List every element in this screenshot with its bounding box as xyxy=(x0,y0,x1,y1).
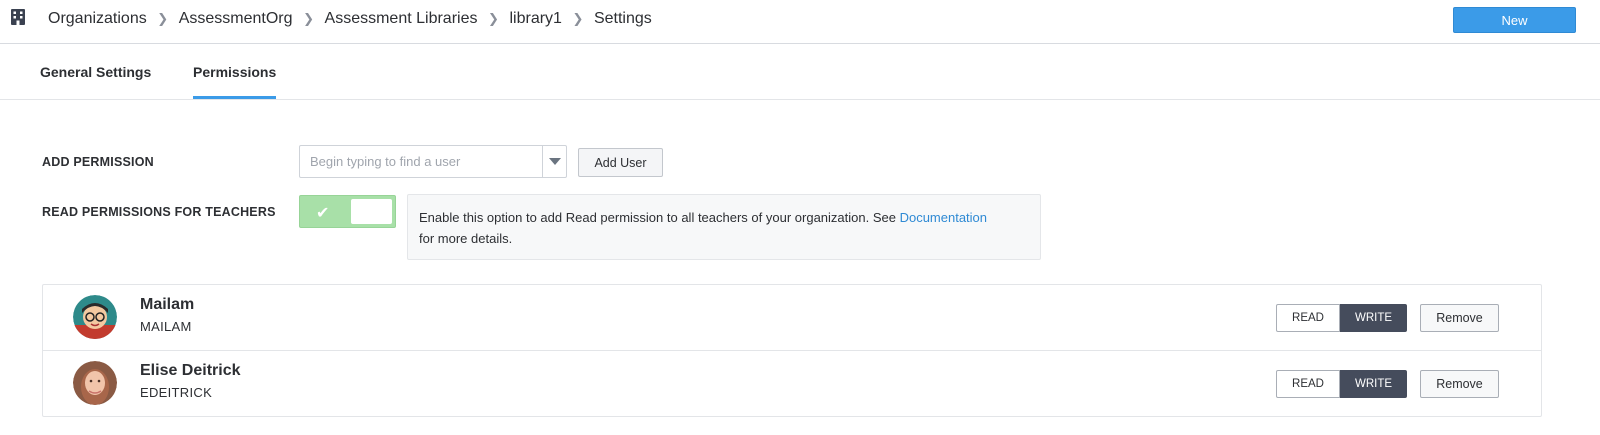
tab-label: Permissions xyxy=(193,64,277,80)
chevron-right-icon: ❯ xyxy=(488,11,499,26)
breadcrumb-assessment-libraries[interactable]: Assessment Libraries xyxy=(325,10,478,28)
chevron-right-icon: ❯ xyxy=(572,11,584,26)
toggle-knob xyxy=(351,199,392,224)
breadcrumb-assessmentorg[interactable]: AssessmentOrg xyxy=(179,10,293,28)
user-search-placeholder: Begin typing to find a user xyxy=(310,154,461,169)
info-text: Enable this option to add Read permissio… xyxy=(419,210,900,225)
user-search-select[interactable]: Begin typing to find a user xyxy=(299,145,567,178)
cartoon-avatar-icon xyxy=(73,295,117,339)
building-icon[interactable] xyxy=(10,9,26,25)
tab-permissions[interactable]: Permissions xyxy=(193,44,277,100)
avatar xyxy=(73,361,117,405)
remove-button[interactable]: Remove xyxy=(1420,304,1499,332)
tab-general-settings[interactable]: General Settings xyxy=(40,44,151,100)
avatar xyxy=(73,295,117,339)
permission-toggle-group: READ WRITE xyxy=(1276,370,1407,398)
breadcrumb-settings: Settings xyxy=(593,10,652,27)
active-tab-indicator xyxy=(193,96,277,99)
breadcrumb-organizations[interactable]: Organizations xyxy=(48,10,147,28)
add-user-button[interactable]: Add User xyxy=(578,148,663,177)
remove-button[interactable]: Remove xyxy=(1420,370,1499,398)
top-bar: Organizations ❯ AssessmentOrg ❯ Assessme… xyxy=(0,0,1600,44)
chevron-right-icon: ❯ xyxy=(157,11,169,26)
list-item: Elise Deitrick EDEITRICK READ WRITE Remo… xyxy=(43,351,1541,417)
tab-label: General Settings xyxy=(40,64,152,80)
user-permission-list: Mailam MAILAM READ WRITE Remove Elise De… xyxy=(42,284,1542,417)
new-button[interactable]: New xyxy=(1453,7,1576,33)
user-login: EDEITRICK xyxy=(140,385,213,400)
breadcrumb: Organizations ❯ AssessmentOrg ❯ Assessme… xyxy=(48,0,652,38)
permission-toggle-group: READ WRITE xyxy=(1276,304,1407,332)
add-permission-label: ADD PERMISSION xyxy=(42,155,154,169)
info-suffix: for more details. xyxy=(419,231,513,246)
write-button[interactable]: WRITE xyxy=(1340,304,1407,332)
documentation-link[interactable]: Documentation xyxy=(900,210,987,225)
read-button[interactable]: READ xyxy=(1276,370,1340,398)
read-permissions-label: READ PERMISSIONS FOR TEACHERS xyxy=(42,205,276,219)
read-permissions-toggle[interactable]: ✔ xyxy=(299,195,396,228)
profile-photo-icon xyxy=(73,361,117,405)
breadcrumb-library1[interactable]: library1 xyxy=(509,10,561,28)
checkmark-icon: ✔ xyxy=(316,205,330,222)
write-button[interactable]: WRITE xyxy=(1340,370,1407,398)
list-item: Mailam MAILAM READ WRITE Remove xyxy=(43,285,1541,351)
read-permissions-info: Enable this option to add Read permissio… xyxy=(407,194,1041,260)
user-name: Mailam xyxy=(140,296,195,313)
user-name: Elise Deitrick xyxy=(140,362,241,379)
settings-tabs: General Settings Permissions xyxy=(0,44,1600,100)
chevron-right-icon: ❯ xyxy=(303,11,314,26)
user-login: MAILAM xyxy=(140,319,192,334)
select-divider xyxy=(542,146,543,177)
read-button[interactable]: READ xyxy=(1276,304,1340,332)
caret-down-icon[interactable] xyxy=(549,158,561,165)
